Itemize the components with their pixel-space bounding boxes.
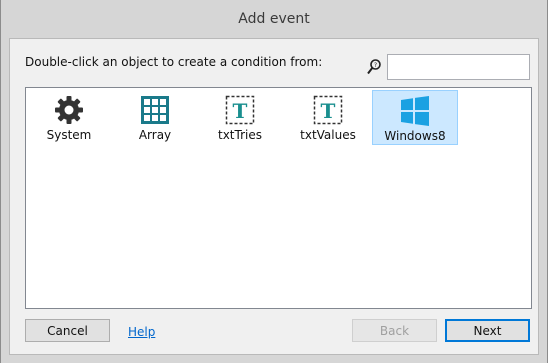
search-input[interactable] — [387, 54, 530, 80]
back-button[interactable]: Back — [352, 319, 437, 342]
object-windows8[interactable]: Windows8 — [372, 90, 458, 145]
object-array[interactable]: Array — [121, 90, 189, 145]
object-label: txtValues — [300, 128, 356, 142]
cancel-button[interactable]: Cancel — [25, 319, 110, 342]
object-label: Array — [138, 128, 172, 142]
next-button[interactable]: Next — [445, 319, 530, 342]
object-label: Windows8 — [384, 129, 446, 143]
help-link[interactable]: Help — [128, 325, 155, 339]
dialog-body: Double-click an object to create a condi… — [9, 38, 539, 355]
svg-text:T: T — [321, 99, 336, 123]
search-icon: ? — [367, 59, 381, 75]
svg-text:?: ? — [374, 62, 377, 69]
object-list: System Array T txtTries T txtValues Wind… — [25, 87, 532, 309]
title-bar: Add event — [1, 0, 547, 38]
grid-icon — [139, 94, 171, 126]
svg-text:T: T — [233, 99, 248, 123]
add-event-dialog: Add event Double-click an object to crea… — [0, 0, 548, 363]
gear-icon — [53, 94, 85, 126]
object-label: txtTries — [218, 128, 262, 142]
object-system[interactable]: System — [31, 90, 107, 145]
dialog-title: Add event — [238, 11, 310, 27]
object-label: System — [46, 128, 92, 142]
object-txttries[interactable]: T txtTries — [206, 90, 274, 145]
windows-logo-icon — [399, 95, 431, 127]
text-object-icon: T — [224, 94, 256, 126]
instruction-text: Double-click an object to create a condi… — [25, 55, 323, 69]
text-object-icon: T — [312, 94, 344, 126]
object-txtvalues[interactable]: T txtValues — [294, 90, 362, 145]
